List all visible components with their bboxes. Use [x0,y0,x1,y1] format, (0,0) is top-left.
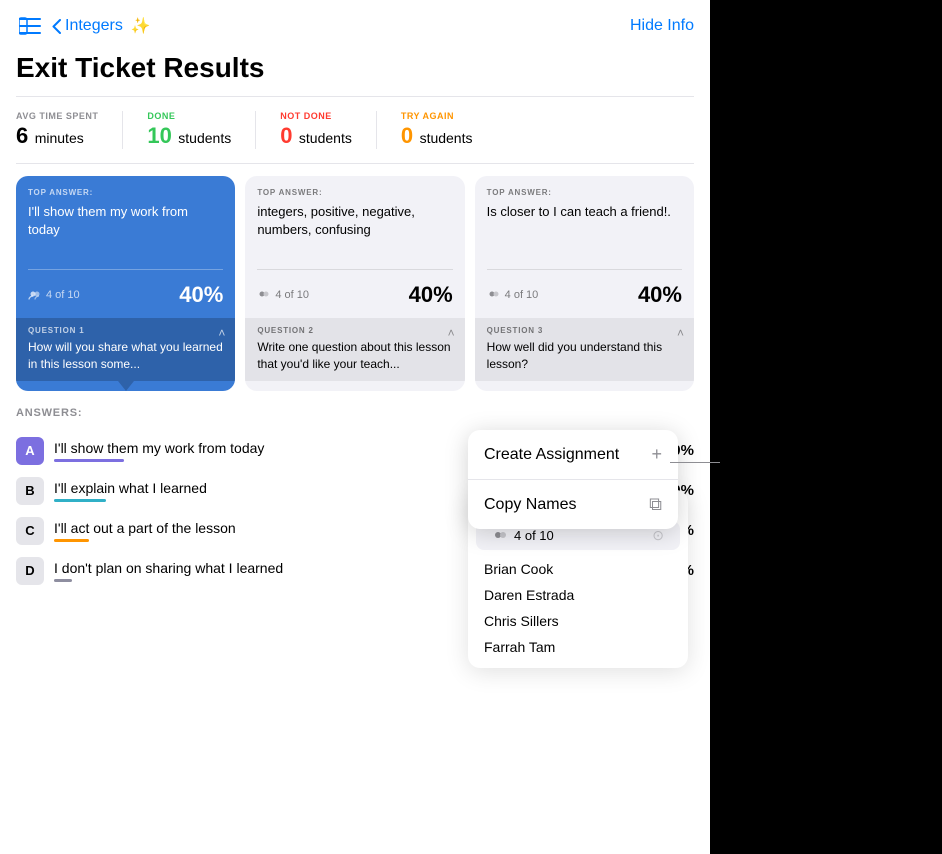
stat-avg-time-label: AVG TIME SPENT [16,111,98,121]
answer-bar-b [54,499,106,502]
card-1-bubble-wrapper [16,381,235,391]
page-title: Exit Ticket Results [0,48,710,96]
card-1-question-text: How will you share what you learned in t… [28,339,223,373]
student-name-1: Brian Cook [468,556,688,582]
card-2-chevron-icon[interactable]: ˄ [448,326,455,340]
stat-avg-time: AVG TIME SPENT 6 minutes [16,111,123,149]
create-assignment-button[interactable]: Create Assignment + [468,430,678,480]
stat-tryagain-value: 0 [401,123,413,148]
answer-letter-a: A [16,437,44,465]
main-panel: Integers ✨ Hide Info Exit Ticket Results… [0,0,710,854]
card-3-top-answer-label: TOP ANSWER: [487,188,682,197]
cards-section: TOP ANSWER: I'll show them my work from … [0,164,710,391]
card-3-chevron-icon[interactable]: ˄ [677,326,684,340]
card-1-student-count: 4 of 10 [28,289,80,301]
question-card-3[interactable]: TOP ANSWER: Is closer to I can teach a f… [475,176,694,391]
question-card-1[interactable]: TOP ANSWER: I'll show them my work from … [16,176,235,391]
stat-notdone-unit: students [299,130,352,146]
answer-letter-d: D [16,557,44,585]
card-1-chevron-icon[interactable]: ˄ [218,326,225,340]
card-1-top: TOP ANSWER: I'll show them my work from … [16,176,235,261]
stat-avg-time-value: 6 [16,123,28,148]
popup-menu: Create Assignment + Copy Names ⧉ [468,430,678,529]
stats-row: AVG TIME SPENT 6 minutes DONE 10 student… [0,97,710,163]
card-3-question-tag: QUESTION 3 [487,326,682,335]
card-3-percent: 40% [638,282,682,308]
back-button[interactable]: Integers [52,17,123,35]
card-2-percent: 40% [409,282,453,308]
card-1-bottom: ˄ QUESTION 1 How will you share what you… [16,318,235,381]
card-2-question-tag: QUESTION 2 [257,326,452,335]
stat-tryagain: TRY AGAIN 0 students [401,111,497,149]
student-name-4: Farrah Tam [468,634,688,660]
stat-done-value: 10 [147,123,171,148]
student-name-3: Chris Sillers [468,608,688,634]
card-1-bubble [118,381,134,391]
stat-tryagain-label: TRY AGAIN [401,111,473,121]
card-1-top-answer-text: I'll show them my work from today [28,203,223,253]
card-2-top: TOP ANSWER: integers, positive, negative… [245,176,464,261]
answer-bar-a [54,459,124,462]
card-2-top-answer-label: TOP ANSWER: [257,188,452,197]
answer-letter-b: B [16,477,44,505]
top-bar: Integers ✨ Hide Info [0,0,710,48]
copy-names-button[interactable]: Copy Names ⧉ [468,480,678,529]
hide-info-button[interactable]: Hide Info [630,17,694,35]
answers-label: ANSWERS: [16,407,694,419]
card-1-top-answer-label: TOP ANSWER: [28,188,223,197]
card-3-stats-row: 4 of 10 40% [475,278,694,318]
top-bar-left: Integers ✨ [16,12,151,40]
card-3-student-count: 4 of 10 [487,289,539,301]
back-label: Integers [65,17,123,35]
sparkle-icon: ✨ [131,16,151,36]
stat-notdone-value: 0 [280,123,292,148]
card-2-stats-row: 4 of 10 40% [245,278,464,318]
student-name-2: Daren Estrada [468,582,688,608]
card-3-top-answer-text: Is closer to I can teach a friend!. [487,203,682,253]
card-1-divider [28,269,223,270]
card-2-divider [257,269,452,270]
stat-done: DONE 10 students [147,111,256,149]
students-count-label: 4 of 10 [492,528,554,543]
question-card-2[interactable]: TOP ANSWER: integers, positive, negative… [245,176,464,391]
card-2-bottom: ˄ QUESTION 2 Write one question about th… [245,318,464,381]
card-3-top: TOP ANSWER: Is closer to I can teach a f… [475,176,694,261]
stat-done-label: DONE [147,111,231,121]
stat-tryagain-unit: students [420,130,473,146]
create-assignment-label: Create Assignment [484,446,619,464]
popup-arrow [670,462,720,463]
stat-notdone: NOT DONE 0 students [280,111,377,149]
card-2-top-answer-text: integers, positive, negative, numbers, c… [257,203,452,253]
copy-icon: ⧉ [649,494,662,515]
sidebar-toggle-button[interactable] [16,12,44,40]
card-2-student-count: 4 of 10 [257,289,309,301]
card-1-percent: 40% [179,282,223,308]
card-2-question-text: Write one question about this lesson tha… [257,339,452,373]
card-1-question-tag: QUESTION 1 [28,326,223,335]
answer-letter-c: C [16,517,44,545]
card-1-stats-row: 4 of 10 40% [16,278,235,318]
answer-bar-d [54,579,72,582]
card-3-question-text: How well did you understand this lesson? [487,339,682,373]
students-count-icon: ⊙ [652,527,664,544]
stat-done-unit: students [178,130,231,146]
copy-names-label: Copy Names [484,496,576,514]
card-3-divider [487,269,682,270]
stat-avg-time-unit: minutes [35,130,84,146]
answer-bar-c [54,539,89,542]
stat-notdone-label: NOT DONE [280,111,352,121]
plus-icon: + [651,444,662,465]
card-3-bottom: ˄ QUESTION 3 How well did you understand… [475,318,694,381]
